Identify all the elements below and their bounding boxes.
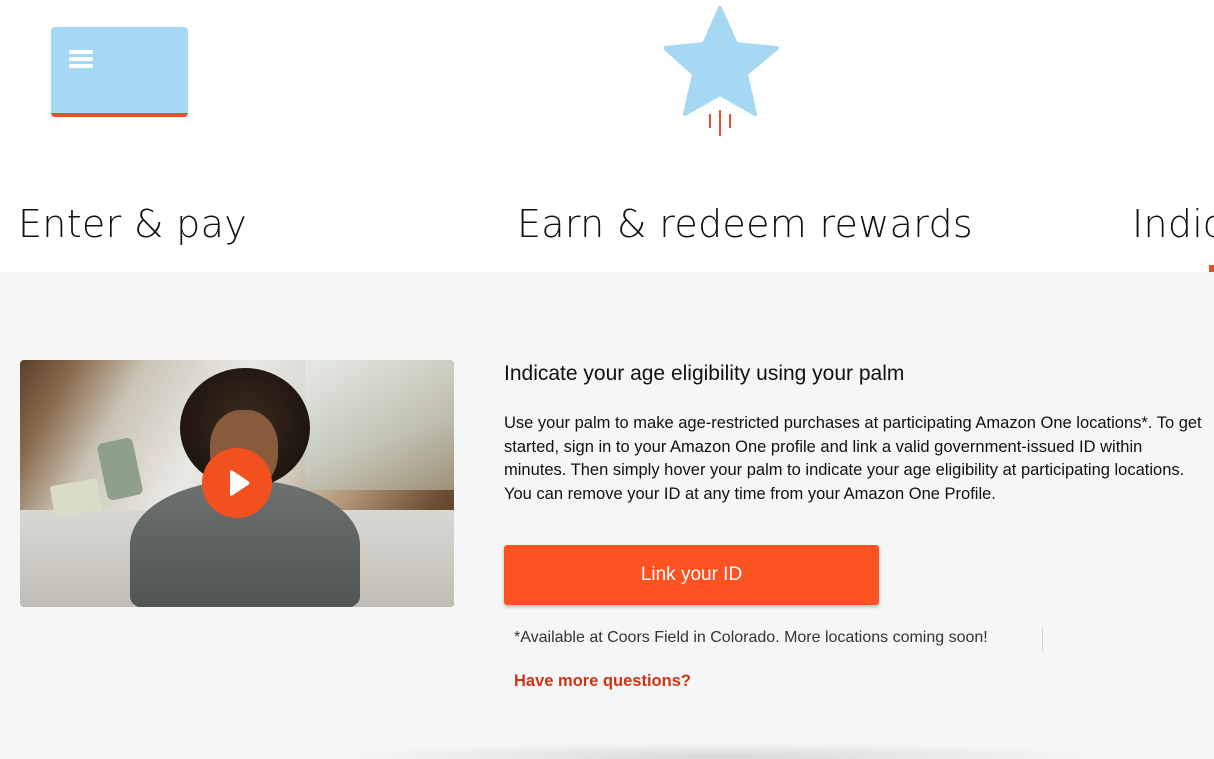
- tab-indicate-age[interactable]: Indic: [1132, 202, 1214, 246]
- section-heading: Indicate your age eligibility using your…: [504, 362, 905, 385]
- next-section-shadow: [340, 742, 1100, 759]
- availability-footnote: *Available at Coors Field in Colorado. M…: [514, 629, 988, 646]
- tab-earn-redeem-rewards[interactable]: Earn & redeem rewards: [517, 202, 973, 246]
- card-menu-icon[interactable]: [51, 27, 188, 117]
- menu-lines: [69, 50, 93, 70]
- feature-tabs: Enter & pay Earn & redeem rewards Indic: [0, 0, 1214, 272]
- have-more-questions-link[interactable]: Have more questions?: [514, 672, 691, 691]
- star-icon[interactable]: [664, 6, 780, 141]
- description-text: Use your palm to make age-restricted pur…: [504, 414, 1202, 503]
- tab-enter-pay[interactable]: Enter & pay: [18, 202, 247, 246]
- link-id-button[interactable]: Link your ID: [504, 545, 879, 605]
- divider: [1042, 627, 1043, 651]
- age-eligibility-section: Indicate your age eligibility using your…: [0, 272, 1214, 759]
- section-description: Use your palm to make age-restricted pur…: [504, 412, 1209, 506]
- window-backdrop: [305, 360, 454, 490]
- active-tab-indicator: [1209, 265, 1214, 272]
- play-icon: [230, 470, 250, 496]
- phone: [96, 436, 144, 502]
- play-button[interactable]: [202, 448, 272, 518]
- video-thumbnail[interactable]: [20, 360, 454, 607]
